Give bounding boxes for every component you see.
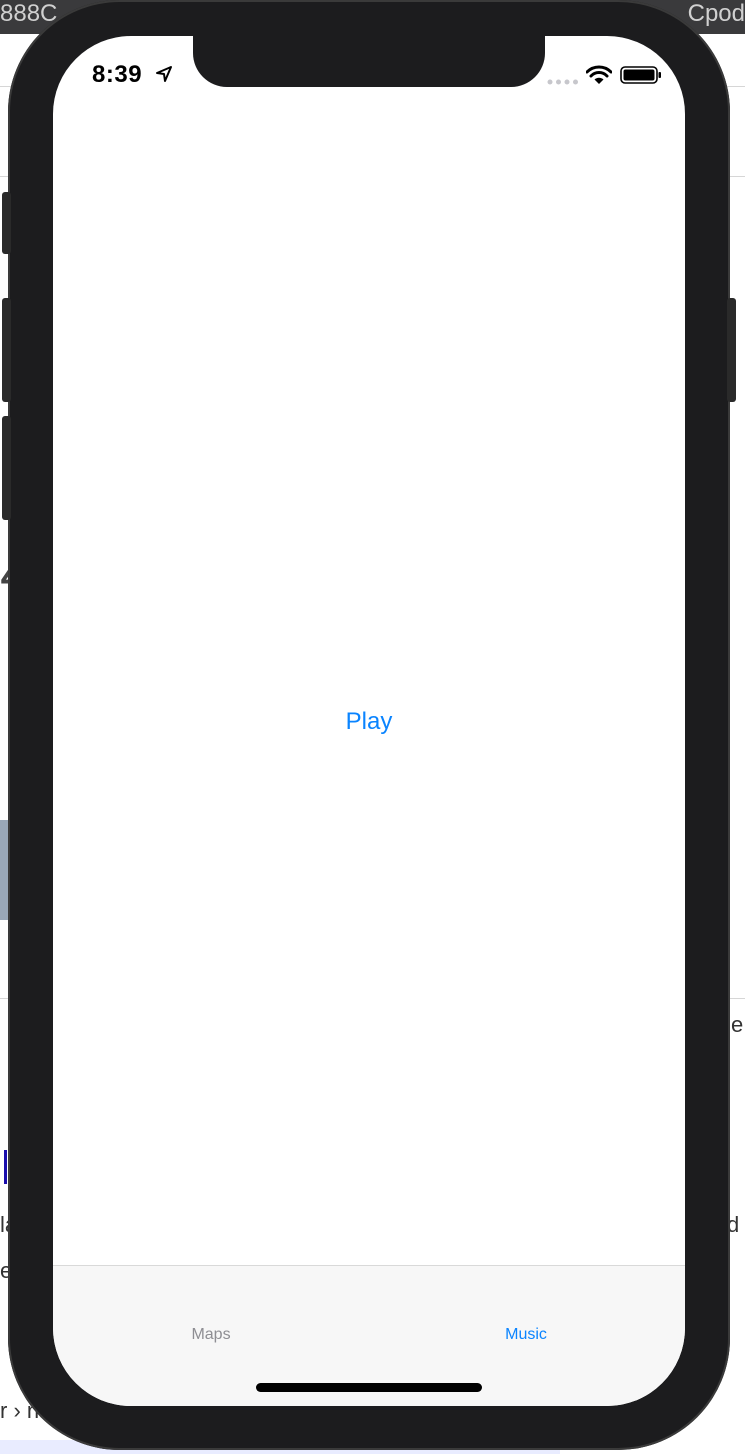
tab-maps[interactable]: Maps [141, 1326, 281, 1344]
volume-up-button [2, 298, 11, 402]
wifi-icon [586, 65, 612, 84]
status-time: 8:39 [92, 61, 143, 88]
notch [193, 36, 545, 87]
phone-screen: 8:39 Play Maps Music [53, 36, 685, 1406]
volume-down-button [2, 416, 11, 520]
play-button[interactable]: Play [53, 708, 685, 736]
tab-music[interactable]: Music [456, 1326, 596, 1344]
home-indicator[interactable] [256, 1383, 482, 1392]
background-text: e [731, 1012, 744, 1037]
signal-dots-icon [547, 79, 578, 85]
background-text: Cpod [687, 0, 745, 27]
background-image-fragment [0, 820, 8, 920]
side-button [727, 298, 736, 402]
mute-switch [2, 192, 11, 254]
location-arrow-icon [156, 66, 172, 82]
battery-full-icon [620, 66, 661, 84]
background-link-fragment [4, 1150, 7, 1184]
